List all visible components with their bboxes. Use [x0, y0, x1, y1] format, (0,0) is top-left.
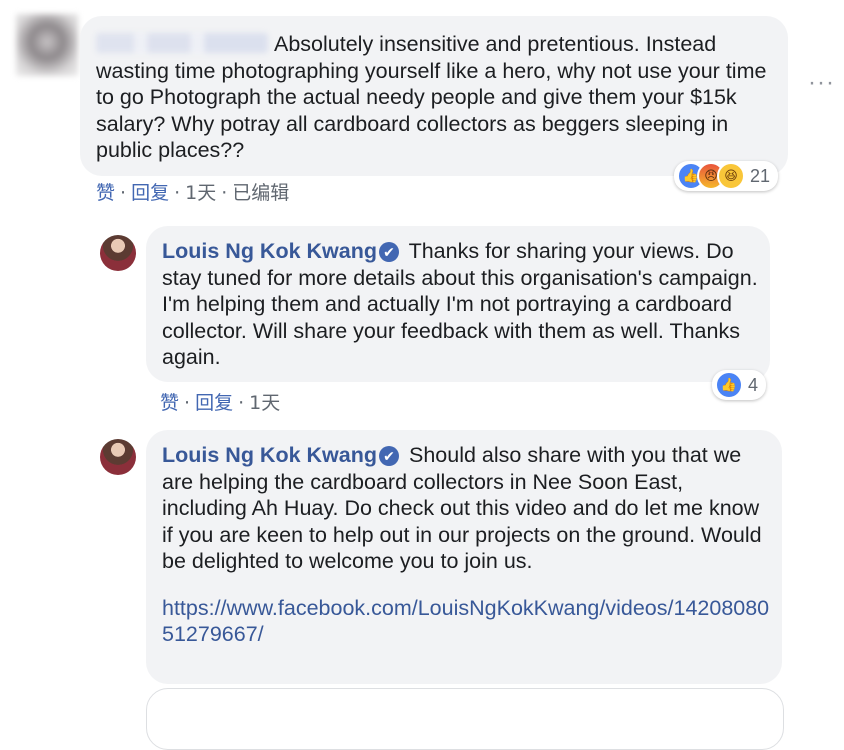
comment-bubble: Absolutely insensitive and pretentious. …	[80, 16, 788, 176]
reply-bubble: Louis Ng Kok Kwang ✔ Should also share wi…	[146, 430, 782, 684]
next-comment-bubble	[146, 688, 784, 750]
author-name[interactable]: Louis Ng Kok Kwang	[162, 443, 377, 467]
reply-text-wrapper: Louis Ng Kok Kwang ✔ Thanks for sharing y…	[162, 238, 772, 371]
separator: ·	[120, 182, 127, 204]
comment-actions: 赞 · 回复 · 1天 · 已编辑	[96, 178, 289, 205]
reply-actions: 赞 · 回复 · 1天	[160, 388, 280, 415]
reaction-count: 4	[748, 374, 759, 395]
separator: ·	[174, 182, 181, 204]
comment-text-wrapper: Absolutely insensitive and pretentious. …	[96, 31, 786, 164]
reply-button[interactable]: 回复	[195, 392, 233, 414]
edited-label[interactable]: 已编辑	[232, 182, 289, 204]
reply-button[interactable]: 回复	[131, 182, 169, 204]
blurred-author-name[interactable]	[96, 33, 268, 53]
video-link[interactable]: https://www.facebook.com/LouisNgKokKwang…	[162, 595, 772, 648]
avatar[interactable]	[100, 235, 136, 271]
timestamp[interactable]: 1天	[249, 392, 280, 414]
separator: ·	[238, 392, 245, 414]
verified-badge-icon: ✔	[379, 242, 399, 262]
more-options-icon[interactable]: ···	[808, 71, 835, 95]
reaction-summary[interactable]: 👍 😠 😆 21	[674, 161, 779, 191]
separator: ·	[221, 182, 228, 204]
like-button[interactable]: 赞	[160, 392, 179, 414]
reply-bubble: Louis Ng Kok Kwang ✔ Thanks for sharing y…	[146, 226, 770, 382]
author-name[interactable]: Louis Ng Kok Kwang	[162, 239, 377, 263]
like-button[interactable]: 赞	[96, 182, 115, 204]
haha-icon: 😆	[717, 162, 745, 190]
timestamp[interactable]: 1天	[185, 182, 216, 204]
verified-badge-icon: ✔	[379, 446, 399, 466]
reply-text-wrapper: Louis Ng Kok Kwang ✔ Should also share wi…	[162, 442, 772, 648]
like-icon: 👍	[715, 371, 743, 399]
separator: ·	[184, 392, 191, 414]
reaction-count: 21	[750, 165, 771, 186]
blurred-avatar[interactable]	[16, 14, 78, 76]
avatar[interactable]	[100, 439, 136, 475]
reaction-summary[interactable]: 👍 4	[712, 370, 767, 400]
